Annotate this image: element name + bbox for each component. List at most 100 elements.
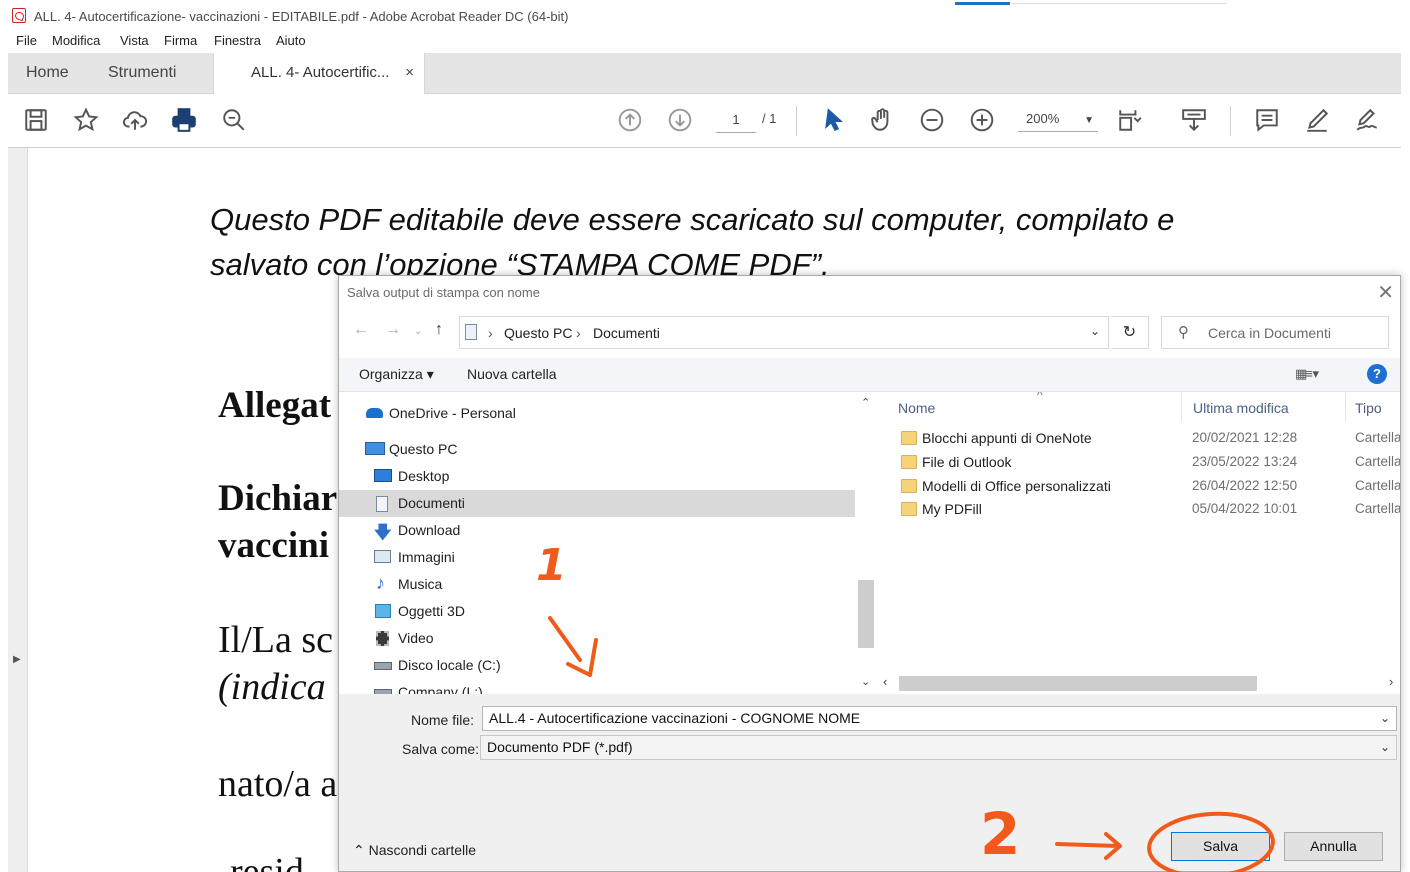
nav-pane-scrollbar[interactable]: ⌃ ⌄ <box>857 392 875 694</box>
save-button[interactable]: Salva <box>1171 832 1270 861</box>
file-type: Cartella <box>1355 478 1401 493</box>
help-icon[interactable]: ? <box>1367 364 1387 384</box>
filename-input[interactable]: ALL.4 - Autocertificazione vaccinazioni … <box>482 706 1397 731</box>
tab-document[interactable]: ALL. 4- Autocertific... × <box>213 53 425 95</box>
file-type: Cartella <box>1355 501 1401 516</box>
up-arrow-icon[interactable]: ↑ <box>435 321 443 339</box>
zoom-select[interactable]: 200% ▼ <box>1018 110 1098 132</box>
command-bar: Organizza ▾ Nuova cartella ▦≡ ▾ ? <box>339 358 1400 392</box>
column-header-name[interactable]: Nome <box>898 400 935 416</box>
annotation-step-1: 1 <box>536 540 567 591</box>
recent-chevron-icon[interactable]: ⌄ <box>414 326 422 337</box>
documents-location-icon <box>465 324 477 340</box>
file-row[interactable]: File di Outlook 23/05/2022 13:24 Cartell… <box>875 451 1400 475</box>
back-arrow-icon[interactable]: ← <box>353 321 369 339</box>
save-icon[interactable] <box>22 106 50 134</box>
breadcrumb-documents[interactable]: Documenti <box>593 325 660 341</box>
nav-item-onedrive[interactable]: OneDrive - Personal <box>339 400 855 427</box>
fit-page-icon[interactable] <box>1116 106 1144 134</box>
column-separator[interactable] <box>1181 392 1182 422</box>
menu-vista[interactable]: Vista <box>120 33 149 48</box>
select-arrow-icon[interactable] <box>820 106 848 134</box>
scroll-up-icon[interactable]: ⌃ <box>861 396 870 409</box>
view-options-icon[interactable]: ▦≡ ▾ <box>1295 366 1319 382</box>
print-icon[interactable] <box>170 106 198 134</box>
search-field[interactable]: ⚲ Cerca in Documenti <box>1161 316 1389 349</box>
scroll-right-icon[interactable]: › <box>1389 674 1393 689</box>
tab-close-icon[interactable]: × <box>405 53 414 93</box>
column-header-type[interactable]: Tipo <box>1355 400 1382 416</box>
tab-home[interactable]: Home <box>26 53 69 94</box>
filename-dropdown-icon[interactable]: ⌄ <box>1380 707 1390 730</box>
nav-item-this-pc[interactable]: Questo PC <box>339 436 855 463</box>
search-placeholder: Cerca in Documenti <box>1208 325 1331 341</box>
objects-3d-icon <box>375 604 391 618</box>
nav-item-video[interactable]: Video <box>339 625 855 652</box>
address-dropdown-icon[interactable]: ⌄ <box>1090 324 1100 338</box>
cancel-button[interactable]: Annulla <box>1284 832 1383 861</box>
left-panel-toggle[interactable]: ▶ <box>8 148 28 872</box>
menu-modifica[interactable]: Modifica <box>52 33 100 48</box>
nav-item-documents[interactable]: Documenti <box>339 490 855 517</box>
hand-icon[interactable] <box>868 106 896 134</box>
zoom-out-icon[interactable] <box>918 106 946 134</box>
file-row[interactable]: My PDFill 05/04/2022 10:01 Cartella <box>875 498 1401 522</box>
nav-scroll-thumb[interactable] <box>858 580 874 648</box>
page-down-icon[interactable] <box>666 106 694 134</box>
nav-item-company-drive[interactable]: Company (L:) <box>339 679 855 694</box>
file-modified: 23/05/2022 13:24 <box>1192 454 1298 469</box>
menu-aiuto[interactable]: Aiuto <box>276 33 306 48</box>
page-number-input[interactable]: 1 <box>716 111 756 133</box>
file-row[interactable]: Blocchi appunti di OneNote 20/02/2021 12… <box>875 427 1400 451</box>
menu-firma[interactable]: Firma <box>164 33 197 48</box>
video-film-icon <box>376 631 389 646</box>
tab-tools[interactable]: Strumenti <box>108 53 176 94</box>
scroll-left-icon[interactable]: ‹ <box>883 674 887 689</box>
column-separator[interactable] <box>1345 392 1346 422</box>
nav-item-music[interactable]: ♪ Musica <box>339 571 855 598</box>
folder-icon <box>901 431 917 445</box>
dialog-close-icon[interactable]: ✕ <box>1377 280 1394 305</box>
nav-item-label: Desktop <box>398 468 450 484</box>
zoom-in-icon[interactable] <box>968 106 996 134</box>
star-icon[interactable] <box>72 106 100 134</box>
scroll-down-icon[interactable]: ⌄ <box>861 675 870 688</box>
doc-nato: nato/a a <box>218 763 338 805</box>
nav-item-3d-objects[interactable]: Oggetti 3D <box>339 598 855 625</box>
file-modified: 20/02/2021 12:28 <box>1192 430 1298 445</box>
expand-panel-icon[interactable]: ▶ <box>13 654 21 665</box>
breadcrumb-this-pc[interactable]: Questo PC <box>504 325 572 341</box>
saveas-dropdown-icon[interactable]: ⌄ <box>1380 736 1390 759</box>
page-up-icon[interactable] <box>616 106 644 134</box>
saveas-select[interactable]: Documento PDF (*.pdf) ⌄ <box>480 735 1397 760</box>
address-bar[interactable]: › Questo PC › Documenti ⌄ <box>459 316 1109 349</box>
organize-button[interactable]: Organizza ▾ <box>359 366 434 383</box>
title-divider <box>1012 3 1227 4</box>
file-modified: 26/04/2022 12:50 <box>1192 478 1298 493</box>
highlight-pen-icon[interactable] <box>1303 106 1331 134</box>
scroll-mode-icon[interactable] <box>1180 106 1208 134</box>
comment-icon[interactable] <box>1253 106 1281 134</box>
nav-item-pictures[interactable]: Immagini <box>339 544 855 571</box>
forward-arrow-icon[interactable]: → <box>385 321 401 339</box>
menu-finestra[interactable]: Finestra <box>214 33 261 48</box>
desktop-icon <box>374 469 392 482</box>
file-row[interactable]: Modelli di Office personalizzati 26/04/2… <box>875 475 1401 499</box>
menu-file[interactable]: File <box>16 33 37 48</box>
new-folder-button[interactable]: Nuova cartella <box>467 366 557 382</box>
sign-icon[interactable] <box>1353 106 1381 134</box>
upload-cloud-icon[interactable] <box>121 106 149 134</box>
documents-icon <box>376 496 388 512</box>
refresh-button[interactable]: ↻ <box>1111 316 1149 349</box>
nav-item-local-disk[interactable]: Disco locale (C:) <box>339 652 855 679</box>
hscroll-thumb[interactable] <box>899 676 1257 691</box>
column-header-modified[interactable]: Ultima modifica <box>1193 400 1289 416</box>
nav-item-download[interactable]: 🡇 Download <box>339 517 855 544</box>
doc-vaccinazioni: vaccini <box>218 525 329 566</box>
nav-item-desktop[interactable]: Desktop <box>339 463 855 490</box>
file-list-hscrollbar[interactable]: ‹ › <box>875 673 1400 694</box>
tab-document-label: ALL. 4- Autocertific... <box>251 64 390 81</box>
zoom-value: 200% <box>1026 111 1060 126</box>
hide-folders-toggle[interactable]: ⌃ Nascondi cartelle <box>353 842 476 859</box>
zoom-search-icon[interactable] <box>220 106 248 134</box>
